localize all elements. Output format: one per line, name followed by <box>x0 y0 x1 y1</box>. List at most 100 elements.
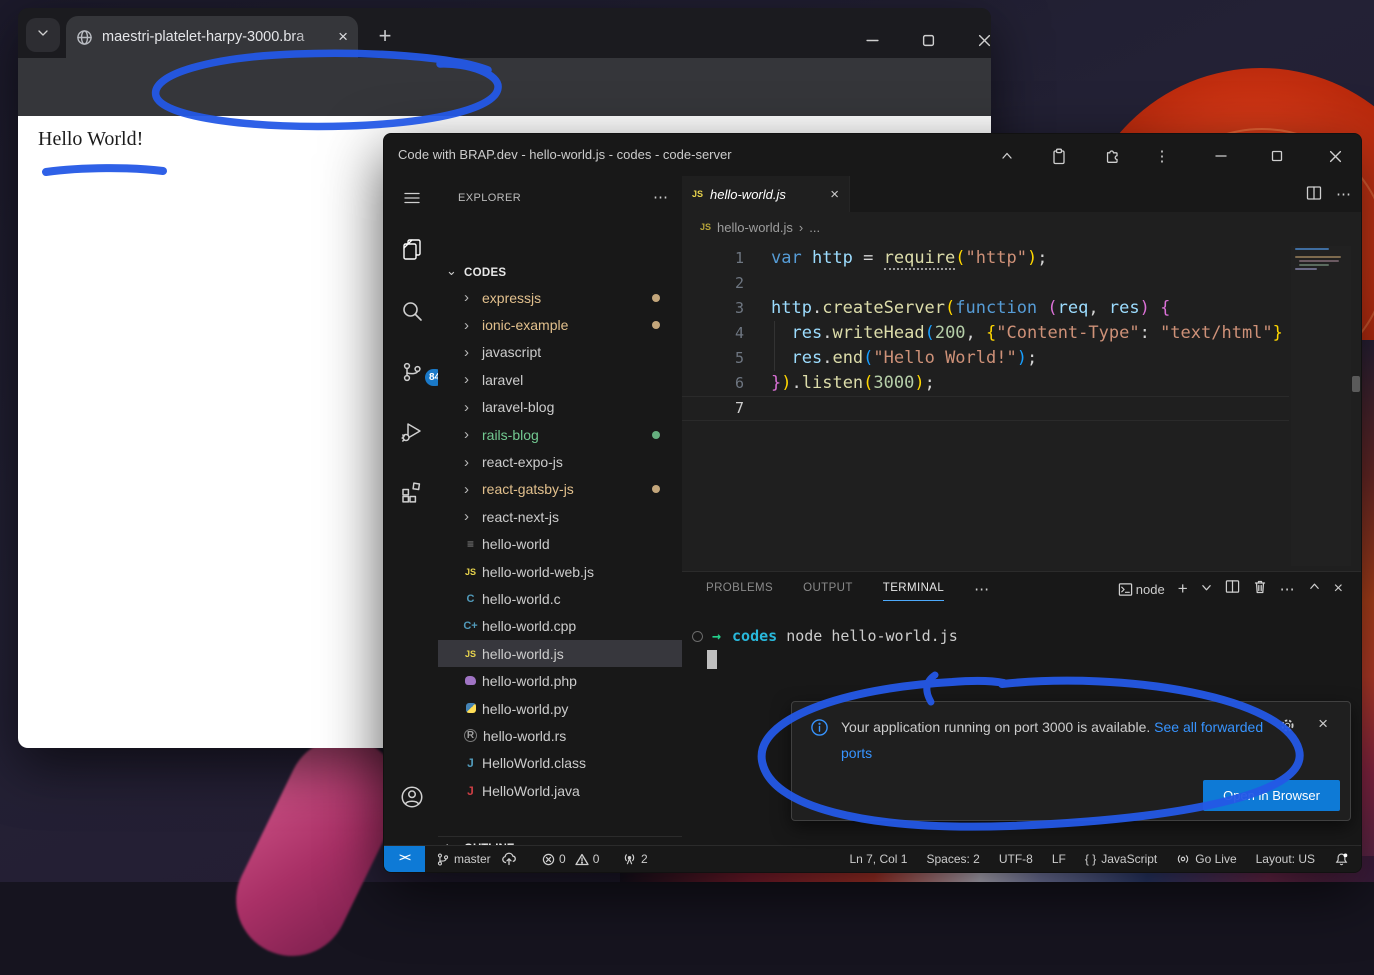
tab-close-icon[interactable]: × <box>338 27 348 47</box>
kill-terminal-button[interactable] <box>1253 579 1267 599</box>
breadcrumb-file[interactable]: hello-world.js <box>717 220 793 235</box>
tree-item-laravel[interactable]: ›laravel <box>438 366 682 393</box>
account-button[interactable] <box>399 784 425 810</box>
code-line-7[interactable]: 7 <box>682 396 1289 421</box>
tree-item-hello-world.js[interactable]: JShello-world.js <box>438 640 682 667</box>
tree-item-react-next-js[interactable]: ›react-next-js <box>438 503 682 530</box>
panel-tab-output[interactable]: OUTPUT <box>803 578 853 600</box>
new-terminal-button[interactable]: + <box>1178 579 1188 599</box>
browser-close-button[interactable] <box>970 26 991 54</box>
code-text: http.createServer(function (req, res) { <box>771 296 1170 321</box>
tab-close-icon[interactable]: × <box>830 186 839 203</box>
browser-tab-strip[interactable]: maestri-platelet-harpy-3000.bra × + <box>18 8 991 58</box>
tree-item-react-gatsby-js[interactable]: ›react-gatsby-js <box>438 476 682 503</box>
tree-item-hello-world.c[interactable]: Chello-world.c <box>438 585 682 612</box>
browser-maximize-button[interactable] <box>914 26 942 54</box>
panel-tab-problems[interactable]: PROBLEMS <box>706 578 773 600</box>
panel-tab-terminal[interactable]: TERMINAL <box>883 578 944 601</box>
tree-item-ionic-example[interactable]: ›ionic-example <box>438 311 682 338</box>
tree-item-hello-world-web.js[interactable]: JShello-world-web.js <box>438 558 682 585</box>
breadcrumb[interactable]: JS hello-world.js › ... <box>682 212 1361 242</box>
caret-up-button[interactable] <box>998 147 1016 165</box>
explorer-more-actions-button[interactable]: ⋯ <box>653 176 668 220</box>
tree-item-react-expo-js[interactable]: ›react-expo-js <box>438 448 682 475</box>
minimap[interactable] <box>1291 246 1351 566</box>
code-line-2[interactable]: 2 <box>682 271 1289 296</box>
split-terminal-button[interactable] <box>1225 579 1240 599</box>
editor-more-actions-button[interactable]: ⋯ <box>1336 185 1351 206</box>
notifications-bell-button[interactable] <box>1334 852 1349 867</box>
remote-indicator[interactable]: >< <box>384 846 425 872</box>
code-maximize-button[interactable] <box>1268 147 1286 165</box>
code-minimize-button[interactable] <box>1212 147 1230 165</box>
tree-item-expressjs[interactable]: ›expressjs <box>438 284 682 311</box>
git-branch-item[interactable]: master <box>436 846 517 872</box>
code-close-button[interactable] <box>1326 147 1344 165</box>
notification-settings-button[interactable] <box>1279 717 1296 739</box>
tree-item-hello-world.cpp[interactable]: C+hello-world.cpp <box>438 613 682 640</box>
go-live-item[interactable]: Go Live <box>1176 852 1236 866</box>
notification-message: Your application running on port 3000 is… <box>841 719 1150 735</box>
run-debug-activity-button[interactable] <box>399 419 425 445</box>
tree-item-label: hello-world.rs <box>483 728 566 744</box>
puzzle-icon <box>1104 148 1121 165</box>
terminal-command: node hello-world.js <box>786 627 958 645</box>
menu-button[interactable] <box>399 185 425 211</box>
panel-more-actions-button[interactable]: ⋯ <box>1280 580 1295 598</box>
tab-search-button[interactable] <box>26 18 60 52</box>
open-in-browser-button[interactable]: Open in Browser <box>1203 780 1340 811</box>
ports-item[interactable]: 2 <box>622 846 648 872</box>
editor-tab-hello-world-js[interactable]: JS hello-world.js × <box>682 176 850 212</box>
tree-item-laravel-blog[interactable]: ›laravel-blog <box>438 394 682 421</box>
tree-item-HelloWorld.java[interactable]: JHelloWorld.java <box>438 777 682 804</box>
panel-more-tabs-button[interactable]: ⋯ <box>974 580 989 598</box>
line-number: 4 <box>682 321 744 346</box>
layout-item[interactable]: Layout: US <box>1256 852 1315 866</box>
java-file-icon: J <box>462 784 479 798</box>
chevron-up-icon <box>1308 580 1321 593</box>
new-tab-button[interactable]: + <box>370 22 400 52</box>
titlebar-extensions-button[interactable] <box>1103 147 1121 165</box>
titlebar-menu-button[interactable]: ⋮ <box>1153 147 1171 165</box>
code-line-1[interactable]: 1var http = require("http"); <box>682 246 1289 271</box>
tree-item-HelloWorld.class[interactable]: JHelloWorld.class <box>438 750 682 777</box>
command-decoration-icon[interactable] <box>692 631 703 642</box>
cursor-position-item[interactable]: Ln 7, Col 1 <box>849 852 907 866</box>
terminal-dropdown-button[interactable] <box>1201 580 1212 598</box>
tree-item-hello-world.rs[interactable]: Rhello-world.rs <box>438 722 682 749</box>
editor-scrollbar[interactable] <box>1351 246 1361 571</box>
explorer-activity-button[interactable] <box>399 236 425 262</box>
language-item[interactable]: { }JavaScript <box>1085 852 1157 866</box>
file-tree: ›expressjs›ionic-example›javascript›lara… <box>438 284 682 804</box>
browser-tab-active[interactable]: maestri-platelet-harpy-3000.bra × <box>66 16 358 58</box>
close-panel-button[interactable]: × <box>1334 580 1343 598</box>
scrollbar-thumb[interactable] <box>1352 376 1360 392</box>
tree-item-hello-world[interactable]: ≡hello-world <box>438 531 682 558</box>
terminal-process-button[interactable]: node <box>1118 582 1165 597</box>
line-number: 2 <box>682 271 744 296</box>
broadcast-icon <box>1176 852 1190 866</box>
split-editor-button[interactable] <box>1306 185 1322 206</box>
workspace-root-label: CODES <box>464 267 506 279</box>
notification-close-button[interactable]: × <box>1318 714 1328 734</box>
code-line-6[interactable]: 6}).listen(3000); <box>682 371 1289 396</box>
tree-item-rails-blog[interactable]: ›rails-blog <box>438 421 682 448</box>
breadcrumb-symbol[interactable]: ... <box>809 220 820 235</box>
problems-item[interactable]: 0 0 <box>542 846 599 872</box>
browser-minimize-button[interactable] <box>858 26 886 54</box>
tree-item-javascript[interactable]: ›javascript <box>438 339 682 366</box>
encoding-item[interactable]: UTF-8 <box>999 852 1033 866</box>
maximize-panel-button[interactable] <box>1308 580 1321 598</box>
terminal-content[interactable]: → codes node hello-world.js <box>682 624 1361 669</box>
source-control-activity-button[interactable]: 84 <box>399 359 425 385</box>
code-text: res.end("Hello World!"); <box>771 346 1037 371</box>
search-activity-button[interactable] <box>399 298 425 324</box>
indentation-item[interactable]: Spaces: 2 <box>926 852 979 866</box>
code-line-3[interactable]: 3http.createServer(function (req, res) { <box>682 296 1289 321</box>
eol-item[interactable]: LF <box>1052 852 1066 866</box>
extensions-activity-button[interactable] <box>399 479 425 505</box>
code-window-titlebar[interactable]: Code with BRAP.dev - hello-world.js - co… <box>384 134 1361 177</box>
clipboard-button[interactable] <box>1050 147 1068 165</box>
tree-item-hello-world.py[interactable]: hello-world.py <box>438 695 682 722</box>
tree-item-hello-world.php[interactable]: hello-world.php <box>438 667 682 694</box>
